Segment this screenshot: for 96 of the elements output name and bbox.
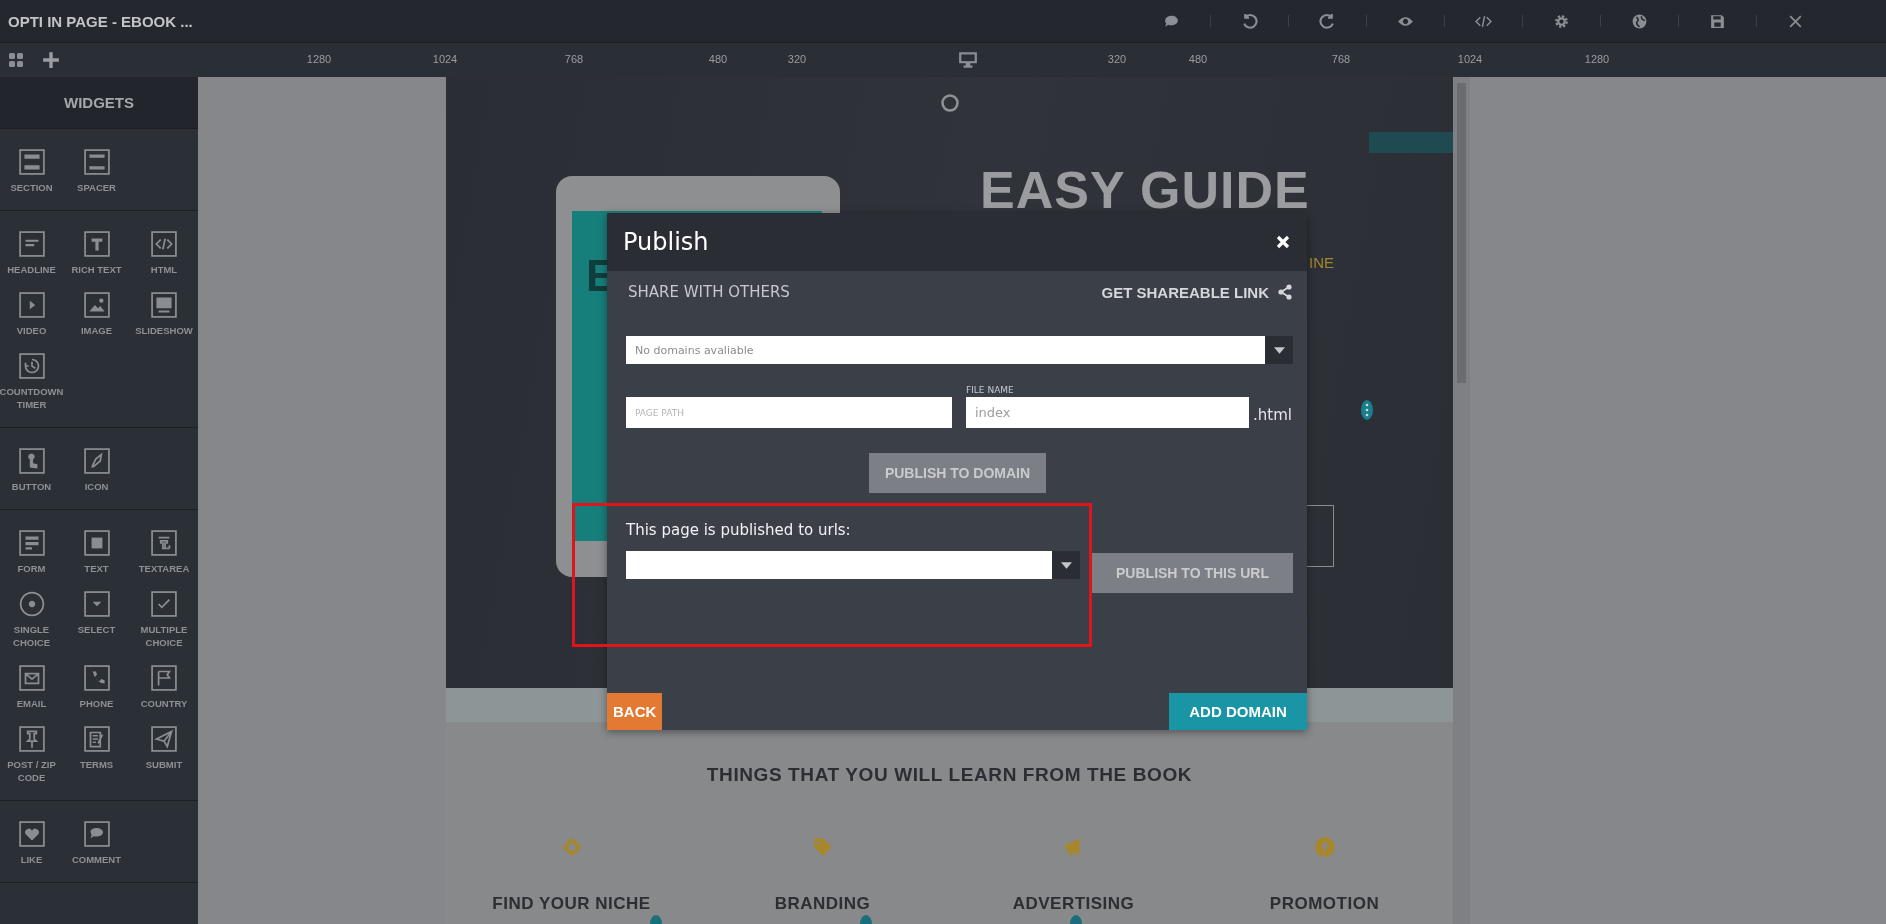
page-path-field[interactable]: PAGE PATH [626, 397, 952, 428]
hero-headline: EASY GUIDE [980, 168, 1310, 212]
widget-item[interactable]: POST / ZIP CODE [0, 726, 63, 784]
timer-widget-icon [18, 353, 45, 379]
file-extension: .html [1253, 406, 1292, 426]
close-icon[interactable] [1275, 234, 1291, 250]
grid-icon[interactable] [8, 52, 24, 68]
ruler-label: 768 [564, 53, 584, 65]
drop-icon [1069, 914, 1083, 924]
widget-item[interactable]: HTML [130, 231, 198, 276]
widget-item[interactable]: TEXT [63, 530, 130, 575]
widget-item[interactable]: SECTION [0, 149, 63, 194]
select-widget-icon [83, 591, 110, 617]
widget-item[interactable]: EMAIL [0, 665, 63, 710]
slideshow-widget-icon [151, 292, 177, 318]
plus-icon[interactable] [42, 51, 60, 69]
widget-item[interactable]: TERMS [63, 726, 130, 784]
drag-handle-icon[interactable] [1361, 399, 1373, 421]
widget-item[interactable]: FORM [0, 530, 63, 575]
share-label: SHARE WITH OTHERS [628, 283, 790, 301]
richtext-widget-icon [83, 231, 110, 257]
widget-item[interactable]: TEXTAREA [130, 530, 198, 575]
ruler-label: 1280 [1584, 53, 1610, 65]
section-widget-icon [18, 149, 45, 175]
widget-item[interactable]: COMMENT [63, 821, 130, 866]
hero-subline: INE [1309, 254, 1334, 271]
spinner-icon [940, 93, 960, 113]
ruler-label: 320 [787, 53, 807, 65]
check-widget-icon [151, 591, 177, 617]
ruler-label: 1024 [1457, 53, 1483, 65]
widget-item[interactable]: BUTTON [0, 448, 63, 493]
widget-item[interactable]: MULTIPLE CHOICE [130, 591, 198, 649]
widget-item[interactable]: VIDEO [0, 292, 63, 337]
widget-item[interactable]: RICH TEXT [63, 231, 130, 276]
caret-icon [1060, 561, 1072, 569]
widget-item[interactable]: SUBMIT [130, 726, 198, 784]
widget-item[interactable]: SLIDESHOW [130, 292, 198, 337]
widget-item[interactable]: HEADLINE [0, 231, 63, 276]
widget-item[interactable]: SELECT [63, 591, 130, 649]
flag-widget-icon [151, 665, 177, 691]
file-name-field[interactable]: index [966, 397, 1249, 428]
submit-widget-icon [151, 726, 177, 752]
radio-widget-icon [18, 591, 45, 617]
text-widget-icon [83, 530, 110, 556]
ruler-label: 1024 [432, 53, 458, 65]
drop-icon [649, 914, 663, 924]
drop-icon [859, 914, 873, 924]
widget-item[interactable]: COUNTRY [130, 665, 198, 710]
textarea-widget-icon [151, 530, 177, 556]
image-widget-icon [83, 292, 110, 318]
ruler-label: 480 [1188, 53, 1208, 65]
video-widget-icon [18, 292, 45, 318]
save-icon[interactable] [1709, 12, 1726, 30]
terms-widget-icon [83, 726, 110, 752]
widget-item[interactable]: IMAGE [63, 292, 130, 337]
get-link-button[interactable]: GET SHAREABLE LINK [1101, 283, 1293, 301]
comment-widget-icon [83, 821, 110, 847]
scrollbar[interactable] [1453, 77, 1470, 924]
widget-item[interactable]: SPACER [63, 149, 130, 194]
redo-icon[interactable] [1319, 12, 1336, 30]
widget-item[interactable]: SINGLE CHOICE [0, 591, 63, 649]
widget-item[interactable]: COUNTDOWN TIMER [0, 353, 63, 411]
widget-item[interactable]: LIKE [0, 821, 63, 866]
spacer-widget-icon [83, 149, 110, 175]
widget-item[interactable]: ICON [63, 448, 130, 493]
domain-select[interactable]: No domains avaliable [626, 336, 1293, 364]
share-icon [1277, 284, 1293, 300]
feature-title: PROMOTION [1269, 894, 1380, 914]
dialog-title: Publish [623, 228, 709, 256]
url-select[interactable] [626, 551, 1080, 579]
app-title: OPTI IN PAGE - EBOOK ... [8, 12, 193, 30]
section-title: THINGS THAT YOU WILL LEARN FROM THE BOOK [705, 764, 1194, 786]
headline-widget-icon [18, 231, 45, 257]
feature-title: ADVERTISING [1012, 894, 1135, 914]
globe-icon[interactable] [1631, 12, 1648, 30]
sidebar-title: WIDGETS [64, 94, 134, 111]
like-widget-icon [18, 821, 45, 847]
form-widget-icon [18, 530, 45, 556]
ruler-label: 320 [1107, 53, 1127, 65]
settings-icon[interactable] [1553, 12, 1570, 30]
feature-title: BRANDING [774, 894, 871, 914]
undo-icon[interactable] [1241, 12, 1258, 30]
back-button[interactable]: BACK [607, 693, 663, 730]
add-domain-button[interactable]: ADD DOMAIN [1169, 693, 1307, 730]
ruler-label: 768 [1331, 53, 1351, 65]
email-widget-icon [18, 665, 45, 691]
field-label: FILE NAME [966, 385, 1015, 395]
ruler-label: 1280 [306, 53, 332, 65]
html-widget-icon [151, 231, 177, 257]
caret-icon [1273, 346, 1285, 354]
widget-item[interactable]: PHONE [63, 665, 130, 710]
feature-title: FIND YOUR NICHE [492, 894, 651, 914]
pin-widget-icon [18, 726, 45, 752]
published-label: This page is published to urls: [626, 521, 852, 539]
monitor-icon[interactable] [958, 51, 978, 69]
ruler-label: 480 [708, 53, 728, 65]
